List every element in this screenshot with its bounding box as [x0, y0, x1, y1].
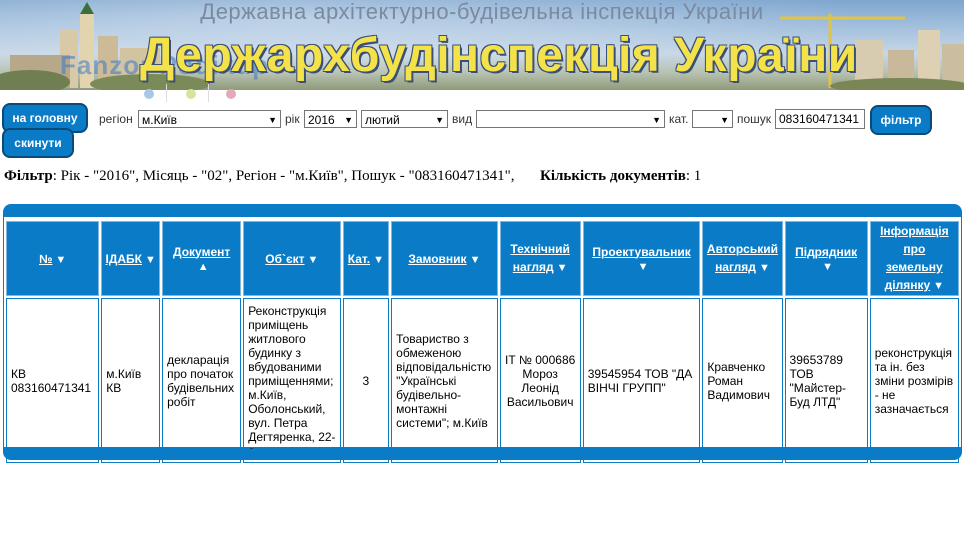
dropdown-arrow-icon: ▼ — [344, 115, 353, 125]
sort-down-icon: ▼ — [758, 262, 770, 274]
cell-object: Реконструкція приміщень житлового будинк… — [243, 298, 341, 463]
dropdown-arrow-icon: ▼ — [268, 115, 277, 125]
sort-down-icon: ▼ — [637, 260, 649, 273]
cell-idabk: м.Київ КВ — [101, 298, 161, 463]
col-header-cat[interactable]: Кат. ▼ — [342, 221, 390, 296]
sort-down-icon: ▼ — [55, 253, 67, 266]
sort-link[interactable]: Документ — [173, 245, 230, 259]
table-row: КВ 083160471341 м.Київ КВ декларація про… — [6, 298, 959, 463]
filter-summary: Фільтр: Рік - "2016", Місяць - "02", Рег… — [4, 168, 701, 185]
pink-dot-icon — [226, 89, 236, 99]
sort-link[interactable]: Кат. — [348, 252, 370, 266]
sort-down-icon: ▼ — [933, 280, 945, 292]
green-dot-icon — [186, 89, 196, 99]
table-header-row: № ▼ ІДАБК ▼ Документ▲ Об`єкт ▼ Кат. ▼ Замовн… — [6, 221, 959, 296]
cell-author: Кравченко Роман Вадимович — [702, 298, 783, 463]
dropdown-arrow-icon: ▼ — [652, 115, 661, 125]
col-header-customer[interactable]: Замовник ▼ — [391, 221, 498, 296]
cell-customer: Товариство з обмеженою відповідальністю … — [391, 298, 498, 463]
col-header-num[interactable]: № ▼ — [6, 221, 100, 296]
col-header-contractor[interactable]: Підрядник▼ — [784, 221, 868, 296]
banner-subtitle: Державна архітектурно-будівельна інспекц… — [200, 0, 764, 24]
year-select[interactable]: 2016 ▼ — [304, 110, 357, 128]
sort-link[interactable]: Проектувальник — [592, 245, 690, 259]
count-value: : 1 — [685, 168, 702, 184]
search-input[interactable]: 083160471341 — [775, 109, 865, 129]
sort-link[interactable]: Підрядник — [795, 245, 857, 259]
table-footer-bar — [4, 449, 961, 459]
col-header-designer[interactable]: Проектувальник▼ — [582, 221, 701, 296]
sort-down-icon: ▼ — [307, 253, 319, 266]
dropdown-arrow-icon: ▼ — [720, 115, 729, 125]
region-label: регіон — [99, 112, 133, 126]
blue-dot-icon — [144, 89, 154, 99]
col-header-object[interactable]: Об`єкт ▼ — [243, 221, 341, 296]
sort-link[interactable]: ІДАБК — [105, 252, 142, 266]
reset-button[interactable]: скинути — [2, 128, 74, 158]
sort-down-icon: ▼ — [144, 253, 156, 266]
sort-link[interactable]: Об`єкт — [265, 252, 304, 266]
count-title: Кількість документів — [539, 168, 686, 184]
filter-text: : Рік - "2016", Місяць - "02", Регіон - … — [52, 168, 515, 184]
cell-num: КВ 083160471341 — [6, 298, 100, 463]
cell-contractor: 39653789 ТОВ "Майстер-Буд ЛТД" — [784, 298, 868, 463]
divider — [208, 84, 209, 102]
month-select[interactable]: лютий ▼ — [361, 110, 448, 128]
type-select[interactable]: ▼ — [476, 110, 665, 128]
sort-down-icon: ▼ — [373, 253, 384, 266]
year-value: 2016 — [308, 113, 335, 127]
divider — [166, 84, 167, 102]
sort-down-icon: ▼ — [822, 260, 834, 273]
cell-document: декларація про початок будівельних робіт — [162, 298, 242, 463]
cell-cat: 3 — [342, 298, 390, 463]
sort-up-icon: ▲ — [197, 260, 209, 273]
sort-down-icon: ▼ — [469, 253, 481, 266]
region-select[interactable]: м.Київ ▼ — [138, 110, 281, 128]
year-label: рік — [285, 112, 300, 126]
col-header-author[interactable]: Авторський нагляд ▼ — [702, 221, 783, 296]
cat-select[interactable]: ▼ — [692, 110, 733, 128]
month-value: лютий — [365, 113, 400, 127]
dropdown-arrow-icon: ▼ — [435, 115, 444, 125]
search-label: пошук — [737, 112, 772, 126]
region-value: м.Київ — [142, 113, 177, 127]
sort-down-icon: ▼ — [556, 262, 568, 274]
header-banner: Державна архітектурно-будівельна інспекц… — [0, 0, 964, 90]
banner-title: Держархбудінспекція України — [140, 29, 858, 82]
documents-table-container: № ▼ ІДАБК ▼ Документ▲ Об`єкт ▼ Кат. ▼ Замовн… — [3, 204, 962, 463]
col-header-tech[interactable]: Технічний нагляд ▼ — [499, 221, 581, 296]
sort-link[interactable]: № — [39, 252, 52, 266]
col-header-document[interactable]: Документ▲ — [162, 221, 242, 296]
cell-designer: 39545954 ТОВ "ДА ВІНЧІ ГРУПП" — [582, 298, 701, 463]
sort-link[interactable]: Замовник — [408, 252, 466, 266]
table-body-area: № ▼ ІДАБК ▼ Документ▲ Об`єкт ▼ Кат. ▼ Замовн… — [4, 217, 961, 463]
type-label: вид — [452, 112, 473, 126]
cell-tech: ІТ № 000686 Мороз Леонід Васильович — [499, 298, 581, 463]
filter-title: Фільтр — [4, 168, 53, 184]
cat-label: кат. — [669, 112, 689, 126]
cell-land: реконструкція та ін. без зміни розмірів … — [869, 298, 959, 463]
filter-button[interactable]: фільтр — [870, 105, 932, 135]
col-header-idabk[interactable]: ІДАБК ▼ — [101, 221, 161, 296]
col-header-land[interactable]: Інформація про земельну ділянку ▼ — [869, 221, 959, 296]
documents-table: № ▼ ІДАБК ▼ Документ▲ Об`єкт ▼ Кат. ▼ Замовн… — [4, 219, 961, 465]
